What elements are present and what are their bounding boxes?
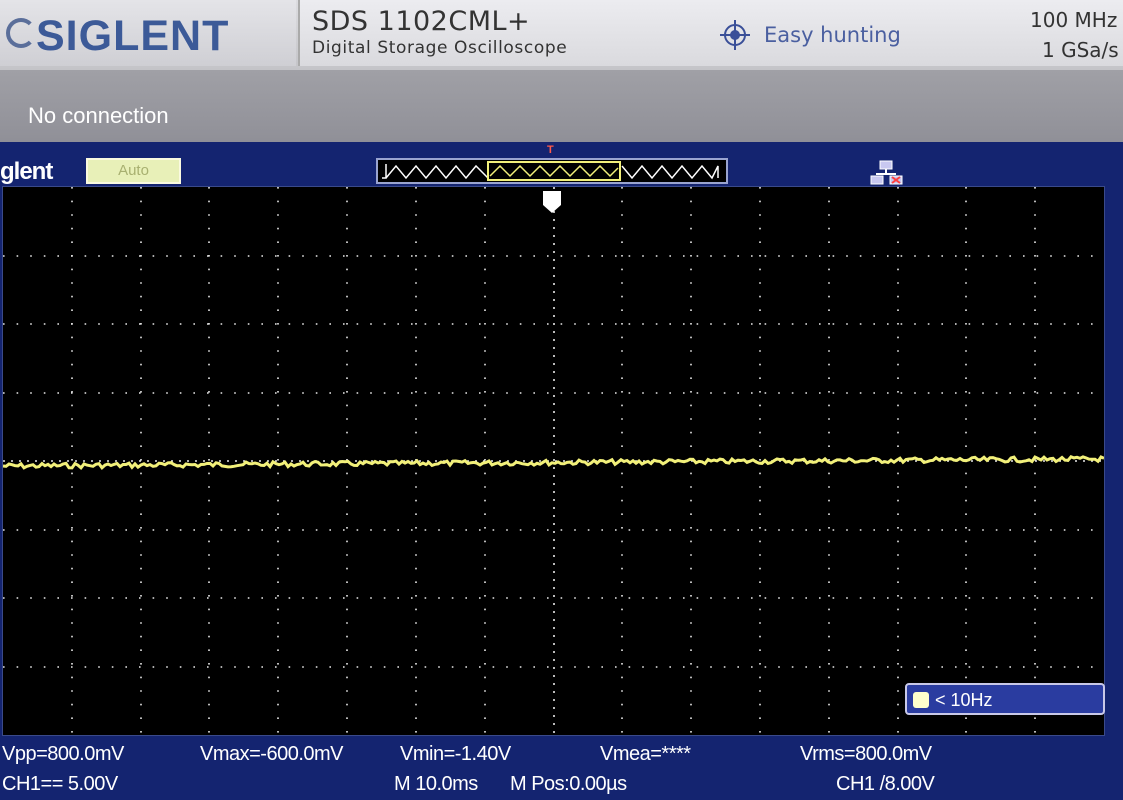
measure-vmax: Vmax=-600.0mV: [200, 743, 344, 765]
measure-vpp: Vpp=800.0mV: [2, 743, 124, 765]
measure-vrms: Vrms=800.0mV: [800, 743, 932, 765]
trigger-level: CH1 /8.00V: [836, 773, 935, 795]
feature-label: Easy hunting: [764, 23, 901, 47]
counter-icon: [913, 692, 929, 708]
frequency-value: < 10Hz: [935, 690, 993, 710]
trigger-point-icon: [543, 191, 561, 213]
sample-rate-label: 1 GSa/s: [1042, 38, 1119, 62]
brand-logo-icon: [6, 18, 36, 48]
memory-timeline: [376, 158, 728, 184]
model-panel: SDS 1102CML+ Digital Storage Oscilloscop…: [298, 0, 1123, 66]
ch1-trace: [3, 455, 1104, 471]
graticule: [3, 187, 1104, 735]
channel-scale: CH1== 5.00V: [2, 773, 118, 795]
trigger-mode-indicator: Auto: [86, 158, 181, 184]
model-name: SDS 1102CML+: [312, 6, 531, 37]
trigger-marker: T: [547, 144, 554, 156]
model-description: Digital Storage Oscilloscope: [312, 38, 568, 58]
measure-vmin: Vmin=-1.40V: [400, 743, 511, 765]
screen-brand: glent: [0, 158, 53, 185]
brand-logo: SIGLENT: [36, 12, 230, 60]
timeline-waveform: [382, 161, 719, 181]
connection-status: No connection: [28, 103, 169, 128]
horizontal-position: M Pos:0.00µs: [510, 773, 627, 795]
bandwidth-label: 100 MHz: [1030, 8, 1118, 32]
network-icon: [870, 160, 903, 185]
crosshair-icon: [720, 20, 750, 50]
measure-vmean: Vmea=****: [600, 743, 691, 765]
logo-panel: SIGLENT: [0, 0, 296, 66]
waveform-grid: [2, 186, 1105, 736]
timebase: M 10.0ms: [394, 773, 478, 795]
frequency-counter: < 10Hz: [905, 683, 1105, 715]
